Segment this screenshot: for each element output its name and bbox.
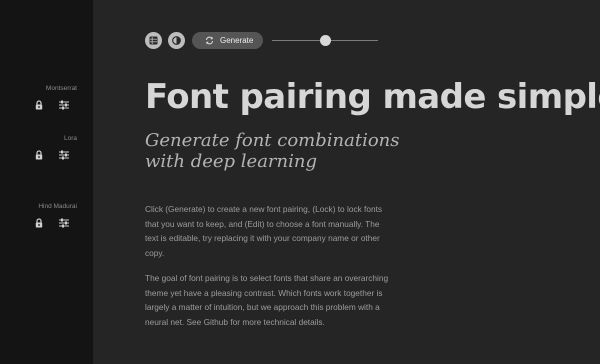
body-paragraph[interactable]: Click (Generate) to create a new font pa… <box>145 202 395 260</box>
theme-toggle-button[interactable] <box>168 32 185 49</box>
list-view-icon <box>149 36 158 45</box>
sliders-icon[interactable] <box>59 150 69 160</box>
generate-button[interactable]: Generate <box>192 32 263 49</box>
subheading[interactable]: Generate font combinations with deep lea… <box>145 130 435 172</box>
generate-label: Generate <box>220 36 254 45</box>
headline[interactable]: Font pairing made simple <box>145 76 600 118</box>
sliders-icon[interactable] <box>59 100 69 110</box>
slider-thumb[interactable] <box>320 35 331 46</box>
main-content: Generate Font pairing made simple Genera… <box>93 0 600 364</box>
font-slot-lora: Lora <box>7 135 77 160</box>
font-name-label: Montserrat <box>45 85 77 92</box>
font-slot-hind-madurai: Hind Madurai <box>7 203 77 228</box>
refresh-icon <box>206 36 213 45</box>
font-sidebar: Montserrat Lora Hind Madurai <box>0 0 93 364</box>
layout-toggle-button[interactable] <box>145 32 162 49</box>
lock-icon[interactable] <box>35 150 45 160</box>
sliders-icon[interactable] <box>59 218 69 228</box>
font-name-label: Lora <box>63 135 77 142</box>
lock-icon[interactable] <box>35 218 45 228</box>
font-name-label: Hind Madurai <box>38 203 77 210</box>
lock-icon[interactable] <box>35 100 45 110</box>
body-paragraph[interactable]: The goal of font pairing is to select fo… <box>145 271 395 329</box>
contrast-icon <box>172 36 181 45</box>
contrast-slider[interactable] <box>272 32 378 49</box>
font-slot-montserrat: Montserrat <box>7 85 77 110</box>
